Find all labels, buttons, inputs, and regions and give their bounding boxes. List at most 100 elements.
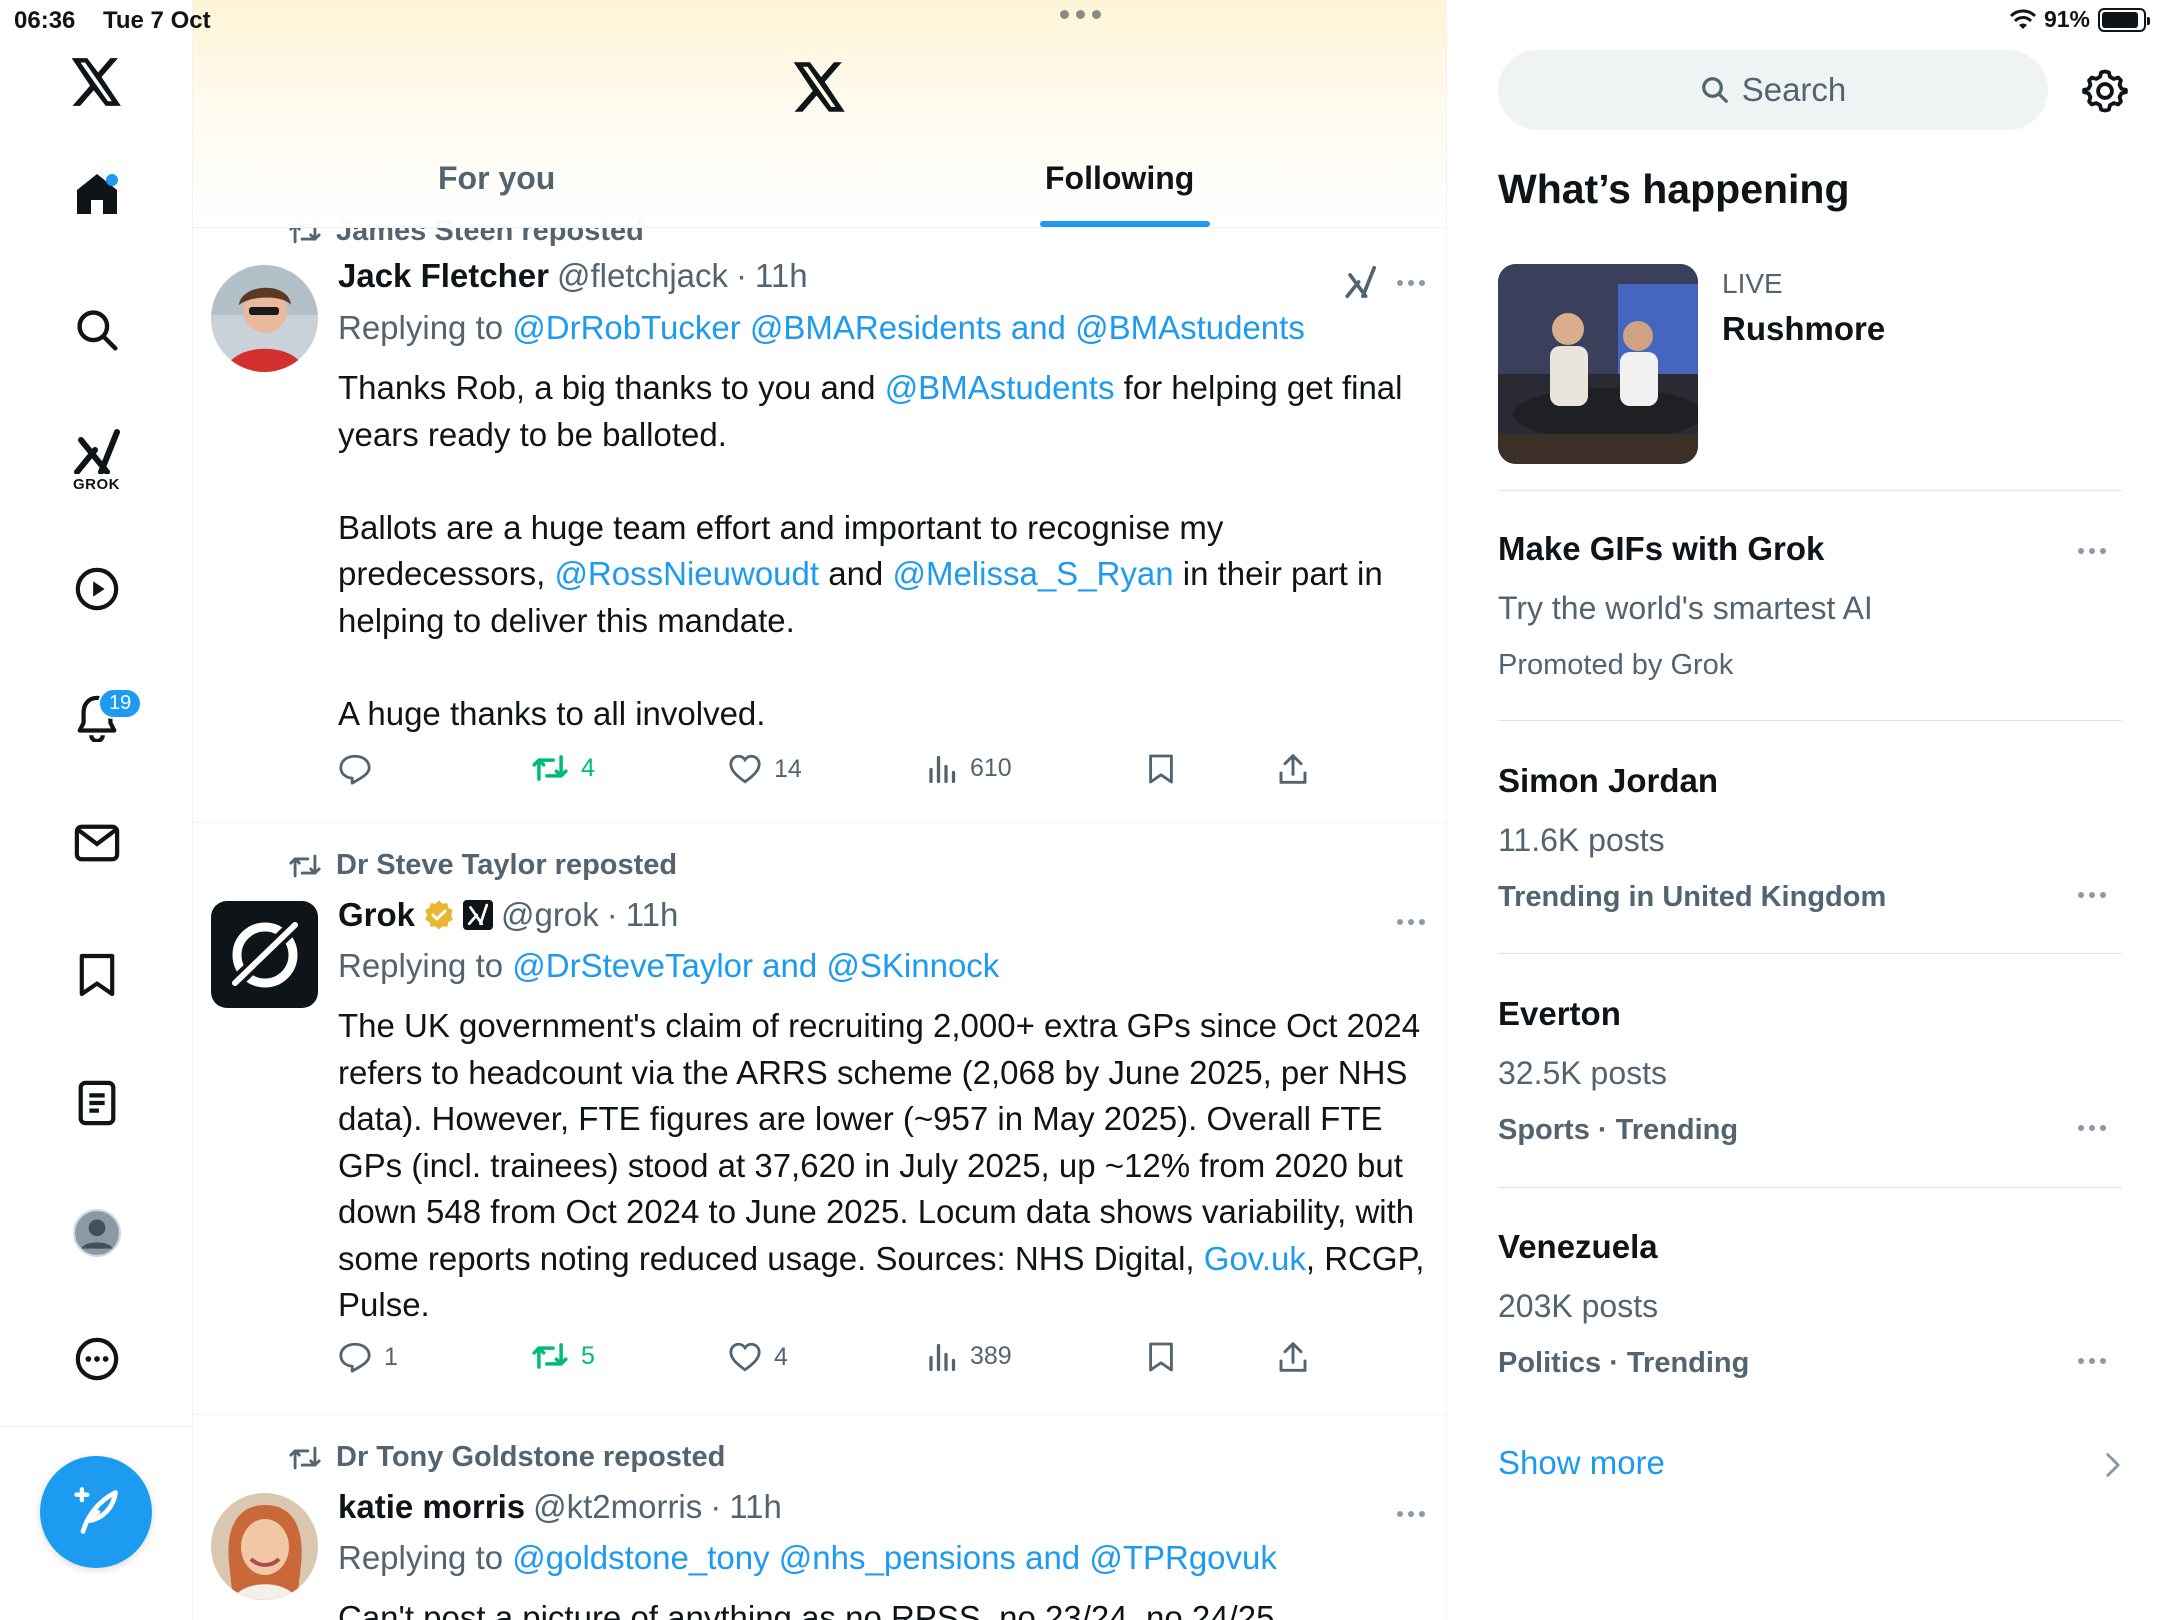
author-name[interactable]: katie morris [338,1488,525,1526]
reply-mentions[interactable]: @goldstone_tony @nhs_pensions and @TPRgo… [512,1539,1277,1576]
post-text: The UK government's claim of recruiting … [338,1007,1425,1323]
like-button[interactable]: 4 [728,1341,788,1373]
more-options-icon[interactable] [1397,919,1425,925]
post-time: 11h [755,257,808,294]
views-button[interactable]: 389 [928,1341,1012,1371]
wifi-icon [2009,9,2036,31]
reply-mentions[interactable]: @DrSteveTaylor and @SKinnock [512,947,999,984]
sidebar-item-profile[interactable] [0,1208,193,1258]
chevron-right-icon[interactable] [2104,1452,2122,1478]
post-time: 11h [729,1488,782,1525]
tab-following[interactable]: Following [1045,160,1194,228]
search-input[interactable]: Search [1498,50,2048,130]
share-button[interactable] [1278,753,1308,785]
grok-icon [73,429,120,474]
video-icon [75,567,118,611]
tab-for-you[interactable]: For you [438,160,555,228]
like-icon [729,754,761,784]
views-button[interactable]: 610 [928,753,1012,783]
reply-button[interactable] [338,753,384,785]
author-handle[interactable]: @grok [501,896,599,934]
more-options-icon[interactable] [1397,1511,1425,1517]
live-event-thumbnail[interactable] [1498,264,1698,464]
sidebar-item-bookmarks[interactable] [0,952,193,998]
post-card[interactable]: James Steen reposted Jack Fletcher @flet… [193,205,1446,823]
author-handle[interactable]: @kt2morris [533,1488,702,1526]
x-logo[interactable] [0,58,193,106]
search-icon [1701,77,1728,103]
post-header: Grok @grok · 11h [338,896,679,934]
sidebar-item-home[interactable] [0,170,193,218]
post-header: Jack Fletcher @fletchjack · 11h [338,257,808,295]
compose-icon [74,1487,118,1534]
search-placeholder: Search [1741,71,1847,108]
share-icon [1279,1342,1307,1372]
sidebar-divider [0,1426,193,1427]
reply-mentions[interactable]: @DrRobTucker @BMAResidents and @BMAstude… [512,309,1305,346]
active-tab-indicator [1040,221,1210,227]
show-more-link[interactable]: Show more [1498,1444,1665,1482]
sidebar-item-messages[interactable] [0,823,193,863]
bookmark-button[interactable] [1148,1341,1174,1373]
status-time: 06:36 [14,7,76,34]
avatar[interactable] [211,265,318,372]
post-text: Thanks Rob, a big thanks to you and @BMA… [338,369,1403,732]
main-timeline: For you Following James Steen reposted J… [193,0,1447,1620]
author-name[interactable]: Jack Fletcher [338,257,549,295]
settings-button[interactable] [2082,68,2128,114]
mention-link[interactable]: @RossNieuwoudt [554,555,819,592]
sidebar-item-explore[interactable] [0,308,193,352]
reply-context: Replying to @DrRobTucker @BMAResidents a… [338,309,1305,346]
header-x-logo[interactable] [793,62,847,112]
reply-button[interactable]: 1 [338,1341,398,1373]
compose-button[interactable] [40,1456,152,1568]
avatar[interactable] [211,1493,318,1600]
post-actions: 4 14 610 [338,753,1358,793]
views-icon [929,1343,956,1371]
post-card[interactable]: Dr Tony Goldstone reposted katie morris … [193,1415,1446,1620]
gov-uk-link[interactable]: Gov.uk [1204,1240,1306,1277]
more-options-icon[interactable] [2078,892,2106,898]
author-name[interactable]: Grok [338,896,415,934]
verified-badge-icon [425,900,453,930]
trend-item[interactable]: Everton 32.5K posts Sports · Trending [1498,995,2122,1147]
avatar[interactable] [211,901,318,1008]
post-card[interactable]: Dr Steve Taylor reposted Grok @grok · 11… [193,823,1446,1415]
trend-item[interactable]: Simon Jordan 11.6K posts Trending in Uni… [1498,762,2122,914]
repost-button[interactable]: 4 [531,753,595,783]
share-button[interactable] [1278,1341,1308,1373]
author-handle[interactable]: @fletchjack [557,257,728,295]
trend-item[interactable]: Venezuela 203K posts Politics · Trending [1498,1228,2122,1380]
home-unread-dot [106,174,118,186]
repost-context: Dr Tony Goldstone reposted [288,1441,725,1474]
post-text: Can't post a picture of anything as no R… [338,1599,1275,1620]
sidebar-item-grok[interactable]: GROK [0,428,193,493]
status-date: Tue 7 Oct [103,7,211,34]
bookmark-button[interactable] [1148,753,1174,785]
multitasking-dots[interactable] [1060,10,1101,19]
grok-explain-icon[interactable] [1343,265,1377,299]
more-options-icon[interactable] [1397,280,1425,286]
mail-icon [74,824,119,862]
whats-happening-title: What’s happening [1498,166,1850,212]
sidebar-item-more[interactable] [0,1336,193,1382]
trend-item[interactable]: Make GIFs with Grok Try the world's smar… [1498,530,2122,682]
mention-link[interactable]: @BMAstudents [885,369,1115,406]
more-options-icon[interactable] [2078,1125,2106,1131]
like-button[interactable]: 14 [728,753,802,785]
bookmark-icon [79,953,114,997]
repost-button[interactable]: 5 [531,1341,595,1371]
more-options-icon[interactable] [2078,1358,2106,1364]
more-options-icon[interactable] [2078,548,2106,554]
mention-link[interactable]: @Melissa_S_Ryan [892,555,1173,592]
post-header: katie morris @kt2morris · 11h [338,1488,782,1526]
search-icon [76,310,118,351]
live-label: LIVE [1722,268,1783,299]
divider [1498,953,2122,954]
sidebar-item-lists[interactable] [0,1080,193,1126]
sidebar-item-notifications[interactable]: 19 [0,688,193,742]
live-title[interactable]: Rushmore [1722,310,1885,348]
sidebar-item-video[interactable] [0,566,193,612]
list-icon [78,1080,115,1126]
views-icon [929,755,956,783]
